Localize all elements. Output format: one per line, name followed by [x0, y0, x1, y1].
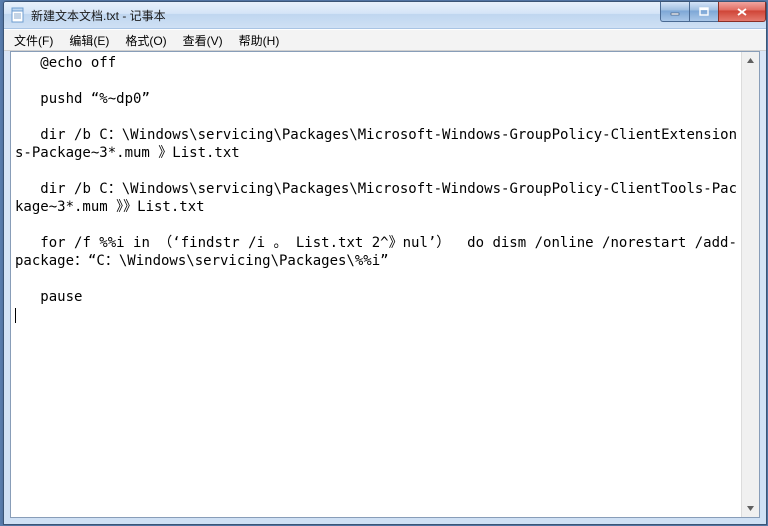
close-icon [736, 7, 748, 17]
window-controls [661, 2, 766, 22]
window-title: 新建文本文档.txt - 记事本 [31, 7, 661, 24]
scroll-up-button[interactable] [742, 52, 759, 69]
menu-edit[interactable]: 编辑(E) [61, 30, 117, 50]
menubar: 文件(F) 编辑(E) 格式(O) 查看(V) 帮助(H) [4, 29, 766, 51]
minimize-button[interactable] [660, 2, 690, 22]
menu-help[interactable]: 帮助(H) [231, 30, 288, 50]
vertical-scrollbar[interactable] [741, 52, 759, 517]
scroll-track[interactable] [742, 69, 759, 500]
menu-format[interactable]: 格式(O) [117, 30, 174, 50]
close-button[interactable] [718, 2, 766, 22]
scroll-down-button[interactable] [742, 500, 759, 517]
chevron-up-icon [746, 56, 755, 65]
minimize-icon [670, 7, 680, 17]
maximize-icon [699, 7, 709, 17]
notepad-window: 新建文本文档.txt - 记事本 文件(F) 编辑(E) 格式(O) 查看(V)… [3, 1, 767, 525]
menu-file[interactable]: 文件(F) [6, 30, 61, 50]
maximize-button[interactable] [689, 2, 719, 22]
titlebar[interactable]: 新建文本文档.txt - 记事本 [4, 2, 766, 29]
notepad-icon [10, 7, 26, 23]
text-editor[interactable]: @echo off pushd “%~dp0” dir /b C：\Window… [11, 52, 741, 517]
chevron-down-icon [746, 504, 755, 513]
client-area: @echo off pushd “%~dp0” dir /b C：\Window… [10, 51, 760, 518]
menu-view[interactable]: 查看(V) [175, 30, 231, 50]
text-caret [15, 308, 16, 323]
